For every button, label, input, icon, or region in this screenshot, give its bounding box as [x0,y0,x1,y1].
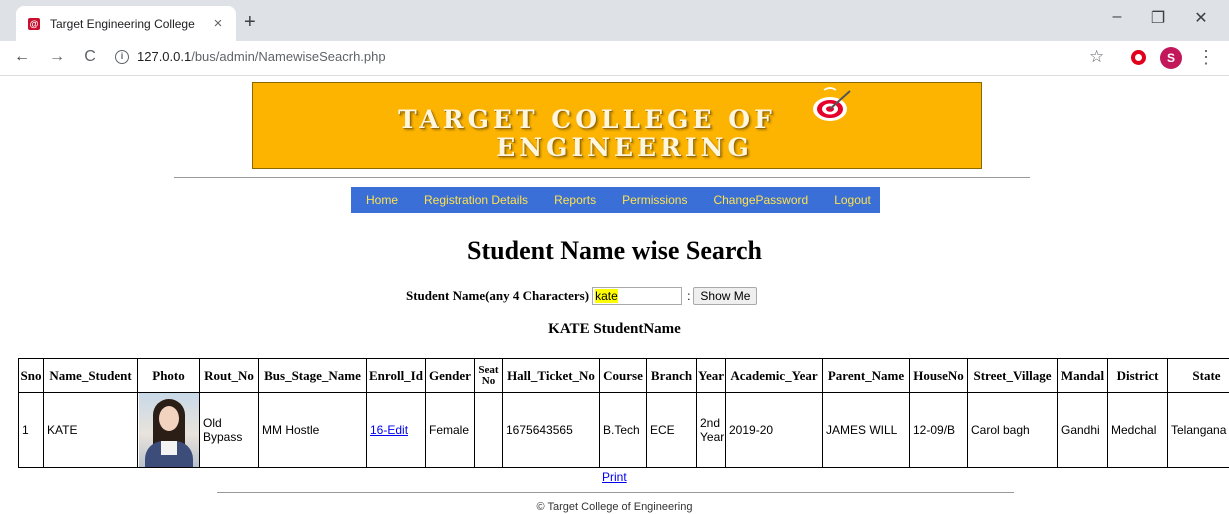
enroll-edit-link[interactable]: 16-Edit [370,423,408,437]
table-header-row: Sno Name_Student Photo Rout_No Bus_Stage… [18,358,1229,393]
address-bar[interactable]: 127.0.0.1/bus/admin/NamewiseSeacrh.php [137,49,386,64]
results-table: Sno Name_Student Photo Rout_No Bus_Stage… [18,358,1229,468]
opera-extension-icon[interactable] [1131,50,1146,65]
menu-item-logout[interactable]: Logout [834,193,871,207]
col-header-street-village: Street_Village [967,358,1058,393]
cell-mandal: Gandhi [1057,392,1108,468]
restore-icon[interactable]: ❐ [1148,8,1168,28]
results-table-wrapper: Sno Name_Student Photo Rout_No Bus_Stage… [18,358,1229,469]
cell-year: 2nd Year [696,392,726,468]
cell-house-no: 12-09/B [909,392,968,468]
cell-gender: Female [425,392,475,468]
window-close-icon[interactable]: ✕ [1191,8,1211,28]
cell-branch: ECE [646,392,697,468]
footer-divider [217,492,1014,493]
kebab-menu-icon[interactable]: ⋮ [1197,46,1215,68]
col-header-sno: Sno [18,358,44,393]
cell-course: B.Tech [599,392,647,468]
col-header-academic-year: Academic_Year [725,358,823,393]
col-header-bus-stage-name: Bus_Stage_Name [258,358,367,393]
menu-item-permissions[interactable]: Permissions [622,193,687,207]
banner-title-line2: ENGINEERING [496,133,753,162]
table-row: 1 KATE Old Bypass MM Hostle 16-Edit Fema… [18,392,1229,468]
main-menu: Home Registration Details Reports Permis… [351,187,880,213]
cell-hall-ticket-no: 1675643565 [502,392,600,468]
cell-name-student: KATE [43,392,138,468]
col-header-hall-ticket-no: Hall_Ticket_No [502,358,600,393]
show-me-button[interactable]: Show Me [693,287,758,305]
cell-seat-no [474,392,503,468]
cell-sno: 1 [18,392,44,468]
col-header-state: State [1167,358,1229,393]
cell-street-village: Carol bagh [967,392,1058,468]
menu-item-registration-details[interactable]: Registration Details [424,193,528,207]
cell-rout-no: Old Bypass [199,392,259,468]
col-header-photo: Photo [137,358,200,393]
forward-arrow-icon[interactable]: → [47,47,67,67]
cell-district: Medchal [1107,392,1168,468]
search-separator: : [687,289,691,303]
col-header-enroll-id: Enroll_Id [366,358,426,393]
tab-close-icon[interactable]: × [210,15,226,32]
col-header-course: Course [599,358,647,393]
cell-academic-year: 2019-20 [725,392,823,468]
browser-toolbar: ← → C i 127.0.0.1/bus/admin/NamewiseSeac… [0,41,1229,76]
page-title: Student Name wise Search [467,236,762,265]
college-favicon-icon: @ [28,17,40,30]
search-value: kate [595,289,618,303]
profile-avatar[interactable]: S [1160,47,1182,69]
cell-bus-stage-name: MM Hostle [258,392,367,468]
menu-item-home[interactable]: Home [366,193,398,207]
result-heading: KATE StudentName [548,321,681,337]
top-divider [174,177,1030,178]
target-logo-icon [813,87,851,121]
reload-icon[interactable]: C [80,47,100,67]
col-header-house-no: HouseNo [909,358,968,393]
cell-photo [137,392,200,468]
banner-title-line1: TARGET COLLEGE OF [398,105,776,134]
col-header-parent-name: Parent_Name [822,358,910,393]
cell-enroll-id: 16-Edit [366,392,426,468]
url-path: /bus/admin/NamewiseSeacrh.php [191,49,386,64]
student-name-input[interactable]: kate [592,287,683,305]
col-header-gender: Gender [425,358,475,393]
print-link[interactable]: Print [602,470,627,484]
col-header-name-student: Name_Student [43,358,138,393]
cell-parent-name: JAMES WILL [822,392,910,468]
footer-copyright: © Target College of Engineering [536,501,693,513]
new-tab-icon[interactable]: + [244,12,256,32]
search-form: Student Name(any 4 Characters) kate : Sh… [406,286,758,306]
browser-tabstrip: @ Target Engineering College × + – ❐ ✕ [0,0,1229,41]
minimize-icon[interactable]: – [1107,8,1127,26]
bookmark-star-icon[interactable]: ☆ [1089,48,1104,66]
col-header-rout-no: Rout_No [199,358,259,393]
menu-item-change-password[interactable]: ChangePassword [713,193,808,207]
col-header-branch: Branch [646,358,697,393]
search-label: Student Name(any 4 Characters) [406,288,590,303]
menu-item-reports[interactable]: Reports [554,193,596,207]
tab-title: Target Engineering College [50,16,195,31]
col-header-district: District [1107,358,1168,393]
col-header-mandal: Mandal [1057,358,1108,393]
college-banner: TARGET COLLEGE OF ENGINEERING [252,82,982,169]
url-host: 127.0.0.1 [137,49,192,64]
browser-tab[interactable]: @ Target Engineering College × [16,6,236,41]
back-arrow-icon[interactable]: ← [12,47,32,67]
cell-state: Telangana [1167,392,1229,468]
col-header-seat-no: Seat No [474,358,503,393]
col-header-year: Year [696,358,726,393]
student-photo [138,393,199,467]
info-icon[interactable]: i [115,50,129,64]
